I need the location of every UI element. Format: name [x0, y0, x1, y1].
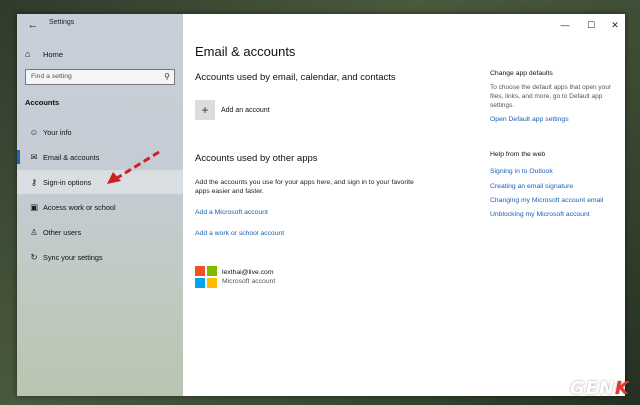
maximize-button[interactable]: ☐ — [581, 17, 601, 33]
watermark-suffix: K — [615, 378, 630, 399]
change-defaults-heading: Change app defaults — [490, 70, 553, 77]
help-link-change-email[interactable]: Changing my Microsoft account email — [490, 197, 603, 204]
page-title: Email & accounts — [195, 44, 296, 59]
help-link-unblock-account[interactable]: Unblocking my Microsoft account — [490, 211, 590, 218]
home-label: Home — [43, 49, 64, 59]
settings-window: ⌂ Home Find a setting ⚲ Accounts ☺ Your … — [17, 14, 625, 396]
app-title: Settings — [49, 19, 75, 26]
sidebar-item-access-work-school[interactable]: ▣ Access work or school — [17, 195, 183, 219]
account-email: lexthai@live.com — [222, 269, 274, 276]
section-label: Accounts — [25, 98, 60, 107]
search-input[interactable]: Find a setting ⚲ — [25, 69, 175, 85]
back-arrow-icon[interactable]: ← — [25, 17, 41, 33]
sidebar-item-other-users[interactable]: ♙ Other users — [17, 220, 183, 244]
account-type: Microsoft account — [222, 278, 276, 285]
section-heading-email-calendar: Accounts used by email, calendar, and co… — [195, 72, 396, 83]
add-work-school-account-link[interactable]: Add a work or school account — [195, 230, 284, 237]
section-heading-other-apps: Accounts used by other apps — [195, 153, 318, 164]
plus-icon: + — [195, 100, 215, 120]
briefcase-icon: ▣ — [29, 201, 39, 212]
add-account-button[interactable]: + Add an account — [195, 100, 270, 120]
sidebar-item-label: Email & accounts — [43, 152, 100, 162]
sync-icon: ↻ — [30, 251, 38, 262]
sidebar-item-label: Sync your settings — [43, 252, 103, 262]
sidebar-item-label: Your info — [43, 127, 72, 137]
sidebar-item-sync-settings[interactable]: ↻ Sync your settings — [17, 245, 183, 269]
sidebar-item-label: Access work or school — [43, 202, 116, 212]
search-placeholder: Find a setting — [31, 73, 72, 80]
help-link-email-signature[interactable]: Creating an email signature — [490, 183, 573, 190]
mail-icon: ✉ — [30, 151, 38, 162]
sidebar-item-label: Other users — [43, 227, 82, 237]
minimize-button[interactable]: — — [555, 17, 575, 33]
annotation-arrow-icon — [107, 150, 160, 184]
sidebar-item-label: Sign-in options — [43, 177, 92, 187]
watermark-prefix: GEN — [569, 378, 616, 399]
account-entry[interactable]: lexthai@live.com Microsoft account — [195, 266, 275, 288]
key-icon: ⚷ — [30, 176, 38, 187]
change-defaults-description: To choose the default apps that open you… — [490, 84, 612, 109]
sidebar-item-your-info[interactable]: ☺ Your info — [17, 120, 183, 144]
person-card-icon: ☺ — [29, 127, 39, 137]
add-microsoft-account-link[interactable]: Add a Microsoft account — [195, 209, 268, 216]
section-description: Add the accounts you use for your apps h… — [195, 179, 414, 195]
title-bar: ← Settings — ☐ ✕ — [17, 14, 625, 36]
search-icon[interactable]: ⚲ — [164, 70, 170, 84]
help-heading: Help from the web — [490, 151, 546, 158]
microsoft-logo-icon — [195, 266, 217, 288]
sidebar: ⌂ Home Find a setting ⚲ Accounts ☺ Your … — [17, 14, 183, 396]
home-icon: ⌂ — [25, 49, 31, 59]
home-nav[interactable]: ⌂ Home — [25, 46, 63, 62]
add-account-label: Add an account — [221, 106, 270, 114]
open-default-app-settings-link[interactable]: Open Default app settings — [490, 116, 569, 123]
person-add-icon: ♙ — [30, 226, 38, 237]
close-button[interactable]: ✕ — [605, 17, 625, 33]
watermark-logo: GENK — [570, 378, 630, 399]
help-link-signing-outlook[interactable]: Signing in to Outlook — [490, 168, 553, 175]
